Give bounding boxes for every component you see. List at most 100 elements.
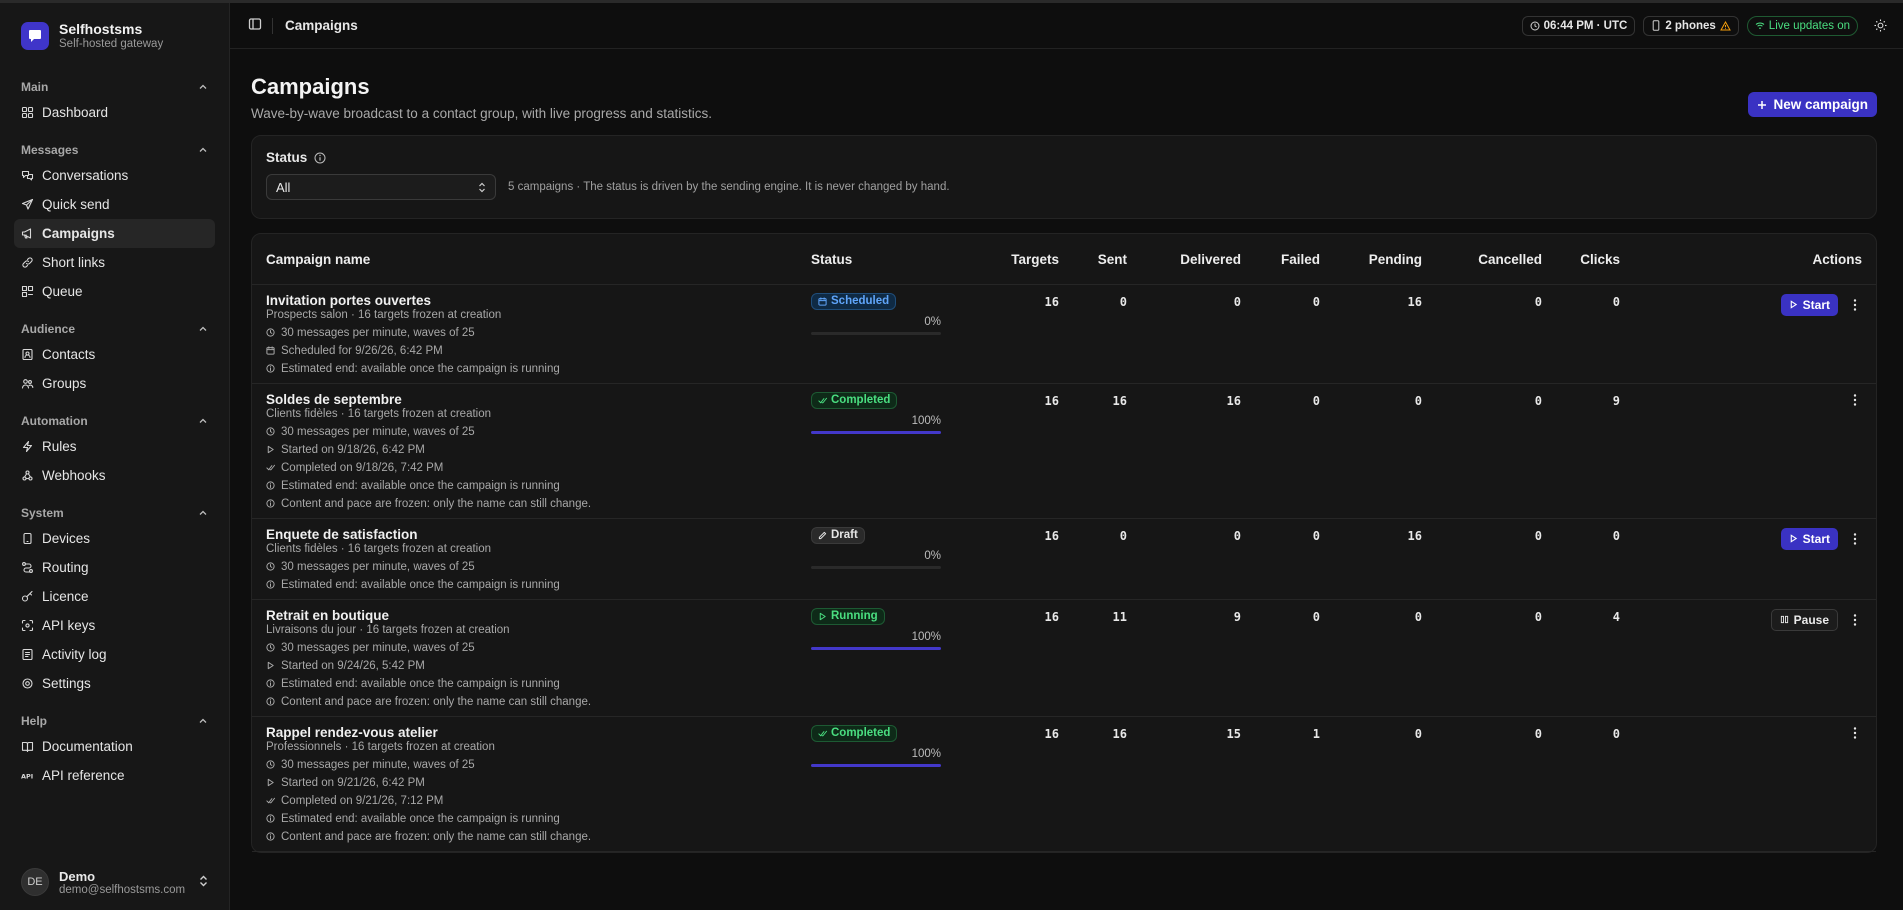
avatar: DE	[21, 868, 49, 896]
sidebar-item-groups[interactable]: Groups	[14, 369, 215, 398]
campaigns-table-card: Campaign name Status Targets Sent Delive…	[251, 233, 1877, 853]
activity-icon	[22, 648, 33, 661]
page-content: Campaigns Wave-by-wave broadcast to a co…	[230, 49, 1903, 853]
brand[interactable]: Selfhostsms Self-hosted gateway	[14, 3, 215, 64]
col-clicks[interactable]: Clicks	[1556, 234, 1634, 285]
sidebar-item-dashboard[interactable]: Dashboard	[14, 98, 215, 127]
sidebar-item-activity-log[interactable]: Activity log	[14, 640, 215, 669]
nav-section-header[interactable]: Automation	[14, 410, 215, 432]
sidebar-item-label: Devices	[42, 531, 91, 546]
new-campaign-button[interactable]: New campaign	[1748, 92, 1877, 117]
campaigns-table: Campaign name Status Targets Sent Delive…	[252, 234, 1876, 852]
more-options-icon[interactable]	[1848, 613, 1862, 627]
brand-logo-icon	[21, 21, 49, 50]
campaign-detail: 30 messages per minute, waves of 25	[266, 642, 783, 654]
phones-badge[interactable]: 2 phones	[1643, 15, 1739, 36]
col-delivered[interactable]: Delivered	[1141, 234, 1255, 285]
phone-icon	[1653, 20, 1660, 31]
table-row[interactable]: Soldes de septembre Clients fidèles · 16…	[252, 383, 1876, 519]
targets-cell: 16	[987, 518, 1073, 600]
col-targets[interactable]: Targets	[987, 234, 1073, 285]
col-sent[interactable]: Sent	[1073, 234, 1141, 285]
sidebar-item-api-keys[interactable]: API keys	[14, 611, 215, 640]
info-icon[interactable]	[314, 152, 326, 164]
table-row[interactable]: Invitation portes ouvertes Prospects sal…	[252, 284, 1876, 384]
progress-label: 100%	[911, 747, 941, 760]
col-campaign-name[interactable]: Campaign name	[252, 234, 797, 285]
col-actions: Actions	[1634, 234, 1876, 285]
more-options-icon[interactable]	[1848, 298, 1862, 312]
page-title: Campaigns	[251, 74, 370, 99]
sidebar-item-label: Campaigns	[42, 226, 115, 241]
nav-section-automation: Automation Rules Webhooks	[14, 410, 215, 490]
more-options-icon[interactable]	[1848, 393, 1862, 407]
nav-section-header[interactable]: Help	[14, 710, 215, 732]
warning-icon	[1719, 20, 1731, 30]
start-button[interactable]: Start	[1780, 527, 1838, 550]
clock-icon	[266, 760, 275, 769]
nav-section-header[interactable]: System	[14, 502, 215, 524]
sidebar-item-rules[interactable]: Rules	[14, 432, 215, 461]
progress-bar	[811, 763, 941, 767]
gear-icon	[22, 678, 33, 689]
nav-section-header[interactable]: Messages	[14, 139, 215, 161]
failed-cell: 0	[1255, 284, 1334, 384]
sidebar-item-routing[interactable]: Routing	[14, 553, 215, 582]
sidebar-item-label: API reference	[42, 768, 125, 783]
sidebar-item-quick-send[interactable]: Quick send	[14, 190, 215, 219]
nav-section-header[interactable]: Audience	[14, 318, 215, 340]
sidebar-item-short-links[interactable]: Short links	[14, 248, 215, 277]
table-row[interactable]: Rappel rendez-vous atelier Professionnel…	[252, 716, 1876, 852]
campaign-name[interactable]: Retrait en boutique	[266, 608, 783, 623]
campaign-name[interactable]: Invitation portes ouvertes	[266, 293, 783, 308]
status-badge: Running	[811, 607, 885, 625]
check-icon	[818, 730, 827, 736]
campaign-name[interactable]: Enquete de satisfaction	[266, 527, 783, 542]
device-icon	[23, 532, 32, 545]
sidebar-item-settings[interactable]: Settings	[14, 669, 215, 698]
sidebar-item-documentation[interactable]: Documentation	[14, 732, 215, 761]
sidebar-toggle-icon[interactable]	[248, 17, 262, 34]
table-row[interactable]: Enquete de satisfaction Clients fidèles …	[252, 518, 1876, 600]
table-row[interactable]: Retrait en boutique Livraisons du jour ·…	[252, 599, 1876, 717]
sidebar-item-label: Conversations	[42, 168, 129, 183]
dashboard-icon	[21, 106, 34, 119]
more-options-icon[interactable]	[1848, 726, 1862, 740]
col-cancelled[interactable]: Cancelled	[1436, 234, 1556, 285]
sidebar-item-api-reference[interactable]: API API reference	[14, 761, 215, 790]
sidebar-item-licence[interactable]: Licence	[14, 582, 215, 611]
nav-section-header[interactable]: Main	[14, 76, 215, 98]
start-button[interactable]: Start	[1780, 293, 1838, 316]
campaign-name[interactable]: Soldes de septembre	[266, 392, 783, 407]
col-status[interactable]: Status	[797, 234, 987, 285]
cancelled-cell: 0	[1436, 518, 1556, 600]
col-failed[interactable]: Failed	[1255, 234, 1334, 285]
campaign-name[interactable]: Rappel rendez-vous atelier	[266, 725, 783, 740]
failed-cell: 0	[1255, 599, 1334, 717]
check-icon	[818, 397, 827, 403]
sidebar-item-campaigns[interactable]: Campaigns	[14, 219, 215, 248]
sidebar-item-label: Activity log	[42, 647, 107, 662]
more-options-icon[interactable]	[1848, 532, 1862, 546]
status-select[interactable]: All	[266, 174, 496, 200]
progress-label: 0%	[924, 549, 941, 562]
nav-section-title: Automation	[21, 414, 88, 428]
sidebar-item-devices[interactable]: Devices	[14, 524, 215, 553]
campaign-detail: Content and pace are frozen: only the na…	[266, 831, 783, 843]
user-menu[interactable]: DE Demo demo@selfhostsms.com	[14, 868, 215, 896]
status-cell: Scheduled 0%	[797, 284, 987, 384]
pause-button[interactable]: Pause	[1770, 608, 1838, 631]
col-pending[interactable]: Pending	[1334, 234, 1436, 285]
status-filter-label: Status	[266, 150, 308, 165]
sidebar-item-queue[interactable]: Queue	[14, 277, 215, 306]
clicks-cell: 0	[1556, 284, 1634, 384]
sidebar-item-conversations[interactable]: Conversations	[14, 161, 215, 190]
theme-toggle-icon[interactable]	[1874, 19, 1887, 32]
live-updates-badge: Live updates on	[1746, 15, 1858, 36]
campaign-detail: Scheduled for 9/26/26, 6:42 PM	[266, 345, 783, 357]
brand-subtitle: Self-hosted gateway	[59, 38, 164, 50]
sidebar-item-contacts[interactable]: Contacts	[14, 340, 215, 369]
play-icon	[267, 661, 274, 670]
sidebar-item-webhooks[interactable]: Webhooks	[14, 461, 215, 490]
campaign-name-cell: Retrait en boutique Livraisons du jour ·…	[252, 599, 797, 717]
